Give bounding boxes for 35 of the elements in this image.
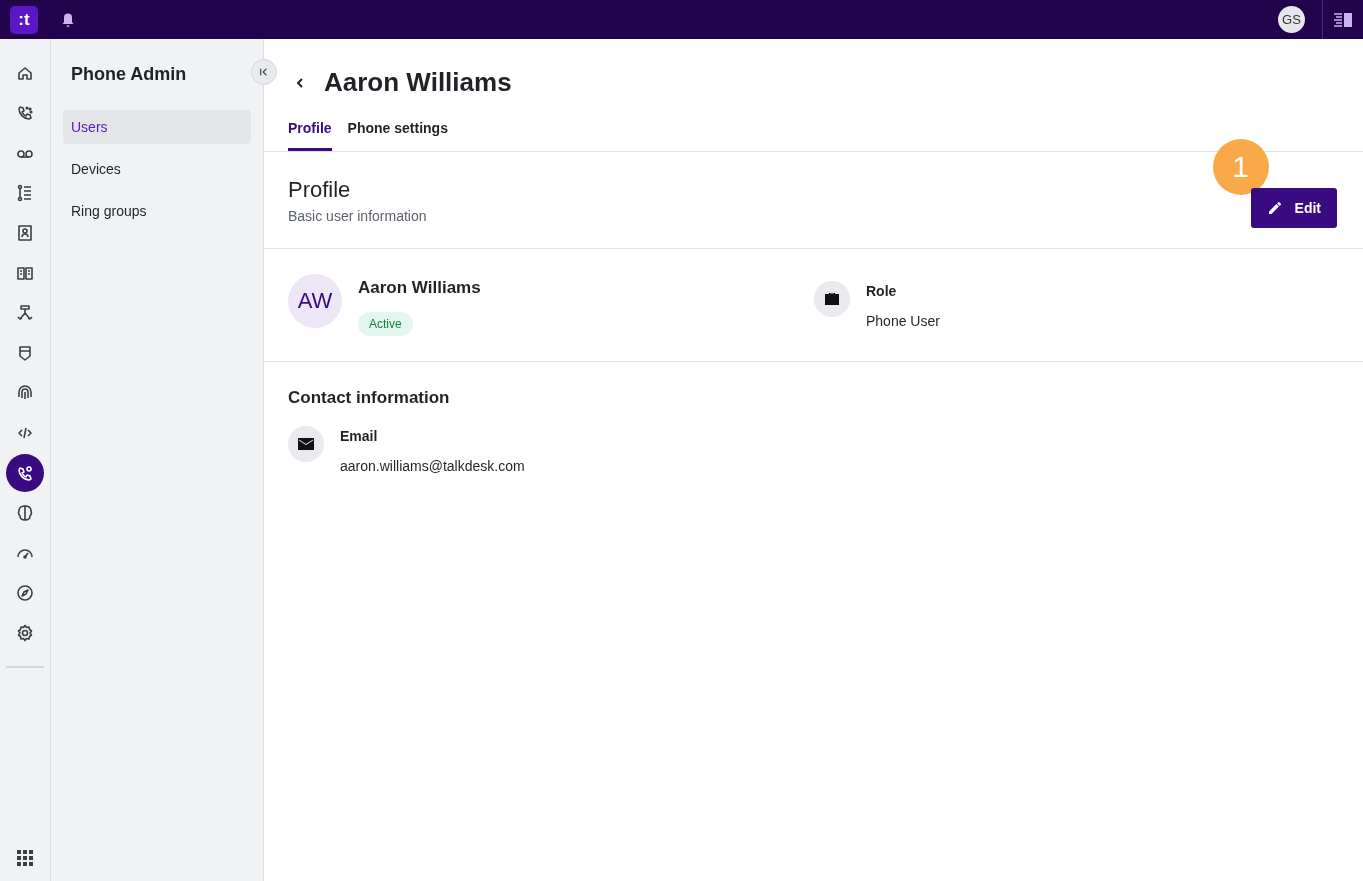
compass-icon [15,583,35,603]
gear-icon [15,623,35,643]
edit-button[interactable]: Edit [1250,188,1337,228]
user-name: Aaron Williams [358,278,481,298]
sidebar-title: Phone Admin [70,64,188,85]
pencil-icon [1266,200,1283,216]
briefcase-icon [814,281,850,317]
flow-icon [15,303,35,323]
contacts-icon [15,223,35,243]
apps-grid-icon[interactable] [16,849,34,867]
field-value: aaron.williams@talkdesk.com [340,458,525,474]
phone-dots-icon [15,103,35,123]
field-label: Role [866,283,898,299]
sidebar-item[interactable]: Users [63,110,251,144]
panel-toggle-icon[interactable] [1333,11,1353,28]
tab[interactable]: Profile [288,120,332,151]
collapse-button[interactable] [251,59,277,85]
tab[interactable]: Phone settings [347,120,448,151]
status-tag: Active [358,312,413,336]
sidebar-item[interactable]: Devices [63,152,251,186]
collapse-icon [259,67,269,77]
section-title: Contact information [288,388,451,408]
page-title: Aaron Williams [324,67,512,98]
envelope-icon [288,426,324,462]
section-subtitle: Basic user information [288,207,427,224]
field-value: Phone User [866,313,940,329]
nav-rail-item[interactable] [6,454,44,492]
user-avatar[interactable]: GS [1278,6,1305,33]
bell-icon[interactable] [60,11,76,28]
app-logo[interactable]: :t [10,5,38,34]
user-avatar: AW [288,274,342,328]
section-title: Profile [288,176,352,203]
sidebar-item[interactable]: Ring groups [63,194,251,228]
field-label: Email [340,428,379,444]
step-marker: 1 [1212,139,1269,195]
